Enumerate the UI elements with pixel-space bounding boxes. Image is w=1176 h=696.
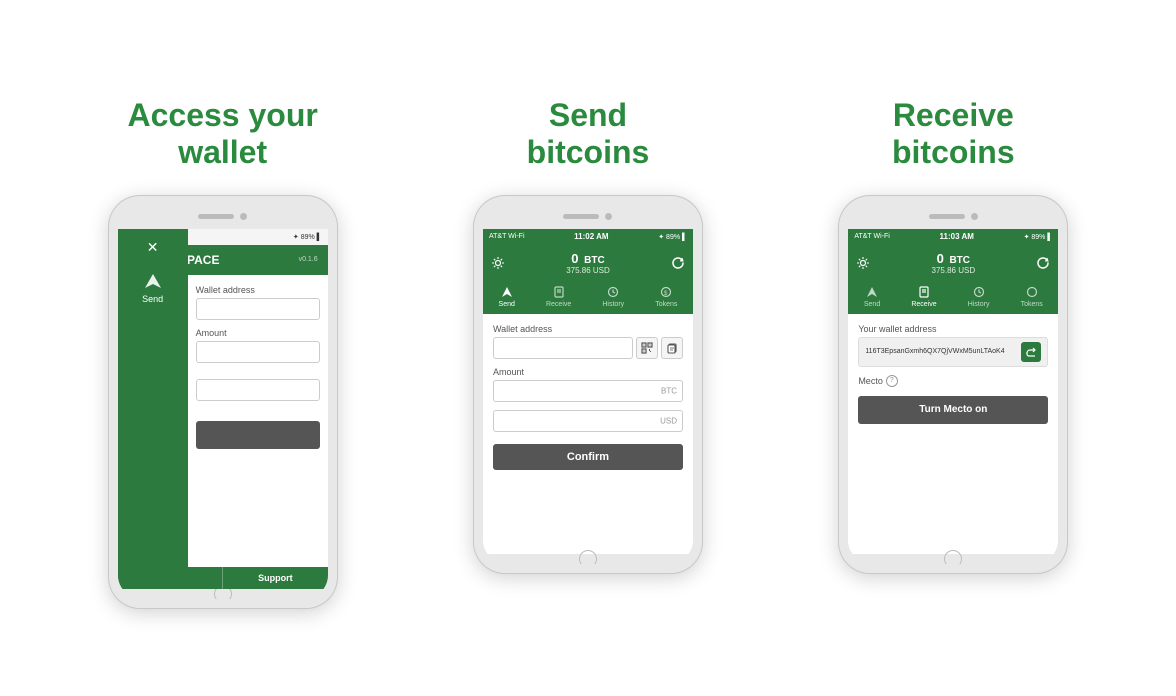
wallet-address-input[interactable]: [196, 298, 320, 320]
phone-camera-3: [971, 213, 978, 220]
usd-currency-label: USD: [660, 416, 677, 425]
phone-camera: [240, 213, 247, 220]
amount-btc-input[interactable]: [493, 380, 683, 402]
section-receive: Receive bitcoins AT&T Wi-Fi 11:03 AM ✦ 8…: [793, 97, 1113, 574]
balance-center: 0 BTC 375.86 USD: [566, 251, 610, 275]
mecto-label: Mecto ?: [858, 375, 1048, 387]
refresh-icon[interactable]: [671, 256, 685, 270]
section-title-wallet: Access your wallet: [127, 97, 317, 171]
nav-tabs-send: Send Receive History: [483, 281, 693, 314]
send-tab-icon-r: [865, 285, 879, 299]
home-circle-2[interactable]: [579, 550, 597, 564]
close-btn[interactable]: ✕: [147, 239, 159, 256]
amount-input-2[interactable]: [196, 379, 320, 401]
amount-input[interactable]: [196, 341, 320, 363]
wallet-address-label: Wallet address: [196, 285, 320, 295]
receive-tab-icon-r: [917, 285, 931, 299]
amount-label-send: Amount: [493, 367, 683, 377]
tab-history[interactable]: History: [602, 285, 624, 308]
section-title-send: Send bitcoins: [527, 97, 650, 171]
status-time-receive: 11:03 AM: [940, 232, 974, 241]
phone-receive-inner: AT&T Wi-Fi 11:03 AM ✦ 89% ▌ 0: [848, 205, 1058, 564]
nav-tabs-receive: Send Receive History: [848, 281, 1058, 314]
status-carrier-send: AT&T Wi-Fi: [489, 233, 525, 240]
phone-top-wallet: [118, 205, 328, 229]
status-bar-send: AT&T Wi-Fi 11:02 AM ✦ 89% ▌: [483, 229, 693, 245]
phone-home-3: [848, 554, 1058, 564]
wallet-address-row: [493, 337, 683, 359]
btc-currency-label: BTC: [661, 386, 677, 395]
phone-send-inner: AT&T Wi-Fi 11:02 AM ✦ 89% ▌ 0: [483, 205, 693, 564]
tab-receive-receive-screen[interactable]: Receive: [911, 285, 936, 308]
wallet-address-send-input[interactable]: [493, 337, 633, 359]
tokens-tab-icon: $: [659, 285, 673, 299]
usd-balance-receive: 375.86 USD: [932, 266, 976, 275]
your-wallet-label: Your wallet address: [858, 324, 1048, 334]
turn-mecto-button[interactable]: Turn Mecto on: [858, 396, 1048, 424]
receive-tab-icon: [552, 285, 566, 299]
amount-usd-row: USD: [493, 410, 683, 432]
send-form: Wallet address: [483, 314, 693, 554]
submit-button[interactable]: [196, 421, 320, 449]
balance-center-receive: 0 BTC 375.86 USD: [932, 251, 976, 275]
phone-top-send: [483, 205, 693, 229]
phone-camera-2: [605, 213, 612, 220]
phone-wallet-inner: ●●● ✦ 89% ▌ COIN.SPACE v0.1.6: [118, 205, 328, 599]
status-carrier-receive: AT&T Wi-Fi: [854, 233, 890, 240]
refresh-icon-receive[interactable]: [1036, 256, 1050, 270]
version-badge: v0.1.6: [299, 256, 318, 263]
share-btn[interactable]: [1021, 342, 1041, 362]
section-title-receive: Receive bitcoins: [892, 97, 1015, 171]
phone-speaker: [198, 214, 234, 219]
tokens-tab-icon-r: [1025, 285, 1039, 299]
tab-send[interactable]: Send: [499, 285, 515, 308]
usd-balance: 375.86 USD: [566, 266, 610, 275]
settings-icon[interactable]: [491, 256, 505, 270]
page-wrapper: Access your wallet ●●● ✦ 89% ▌: [0, 67, 1176, 629]
status-bar-receive: AT&T Wi-Fi 11:03 AM ✦ 89% ▌: [848, 229, 1058, 245]
qr-code-btn[interactable]: [636, 337, 658, 359]
side-panel: ✕ Send: [118, 229, 188, 589]
send-nav-label: Send: [142, 294, 163, 304]
app-header-receive: 0 BTC 375.86 USD: [848, 245, 1058, 281]
app-header-send: 0 BTC 375.86 USD: [483, 245, 693, 281]
wallet-address-label-send: Wallet address: [493, 324, 683, 334]
phone-speaker-2: [563, 214, 599, 219]
tab-tokens-receive-screen[interactable]: Tokens: [1021, 285, 1043, 308]
phone-wallet: ●●● ✦ 89% ▌ COIN.SPACE v0.1.6: [108, 195, 338, 609]
amount-label: Amount: [196, 328, 320, 338]
send-nav-btn[interactable]: Send: [142, 272, 163, 304]
settings-icon-receive[interactable]: [856, 256, 870, 270]
tab-history-receive-screen[interactable]: History: [968, 285, 990, 308]
phone-speaker-3: [929, 214, 965, 219]
confirm-button[interactable]: Confirm: [493, 444, 683, 470]
phone-home-2: [483, 554, 693, 564]
balance-value: 0 BTC: [571, 251, 604, 266]
phone-top-receive: [848, 205, 1058, 229]
phone-receive: AT&T Wi-Fi 11:03 AM ✦ 89% ▌ 0: [838, 195, 1068, 574]
phone-send: AT&T Wi-Fi 11:02 AM ✦ 89% ▌ 0: [473, 195, 703, 574]
phone-home-1: [118, 589, 328, 599]
balance-value-receive: 0 BTC: [937, 251, 970, 266]
tab-tokens[interactable]: $ Tokens: [655, 285, 677, 308]
amount-btc-row: BTC: [493, 380, 683, 402]
history-tab-icon-r: [972, 285, 986, 299]
wallet-address-display: 116T3EpsanGxmh6QX7QjVWxM5unLTAoK4: [858, 337, 1048, 367]
support-btn[interactable]: Support: [222, 567, 328, 589]
amount-usd-input[interactable]: [493, 410, 683, 432]
mecto-info-icon: ?: [886, 375, 898, 387]
status-battery-send: ✦ 89% ▌: [658, 233, 687, 241]
wallet-address-text: 116T3EpsanGxmh6QX7QjVWxM5unLTAoK4: [865, 348, 1017, 355]
section-wallet: Access your wallet ●●● ✦ 89% ▌: [63, 97, 383, 609]
history-tab-icon: [606, 285, 620, 299]
status-battery: ✦ 89% ▌: [293, 233, 322, 241]
send-tab-icon: [500, 285, 514, 299]
paste-btn[interactable]: [661, 337, 683, 359]
section-send: Send bitcoins AT&T Wi-Fi 11:02 AM ✦ 89% …: [428, 97, 748, 574]
tab-receive[interactable]: Receive: [546, 285, 571, 308]
tab-send-receive-screen[interactable]: Send: [864, 285, 880, 308]
receive-form: Your wallet address 116T3EpsanGxmh6QX7Qj…: [848, 314, 1058, 554]
status-battery-receive: ✦ 89% ▌: [1024, 233, 1053, 241]
status-time-send: 11:02 AM: [574, 232, 608, 241]
